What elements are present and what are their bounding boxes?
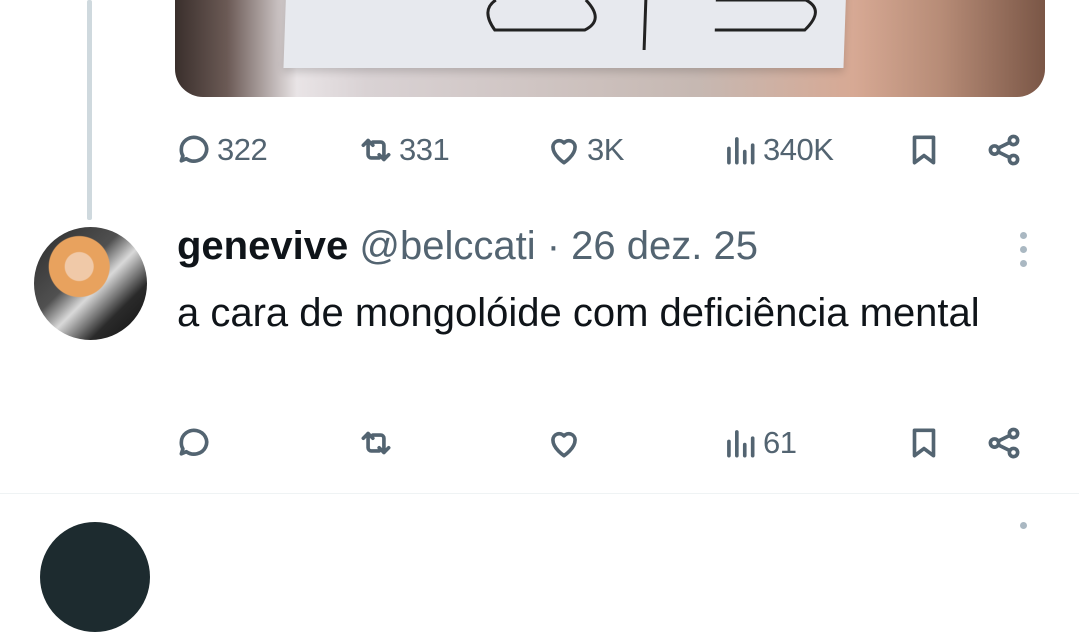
share-button[interactable] [985,413,1023,473]
like-button[interactable]: 3K [545,120,624,180]
bookmark-icon [912,428,936,458]
display-name[interactable]: genevive [177,224,348,268]
more-options-button[interactable] [1013,232,1033,268]
bookmark-icon [912,135,936,165]
retweet-button[interactable]: 331 [357,120,450,180]
views-count: 340K [763,132,834,167]
like-count: 3K [587,132,624,167]
retweet-count: 331 [399,132,450,167]
like-icon [551,138,577,165]
prev-tweet-actions: 322 331 3K 340K [175,120,1035,180]
tweet-divider [0,493,1079,494]
avatar[interactable] [34,227,147,340]
separator: · [546,224,561,268]
views-count: 61 [763,425,797,460]
bookmark-button[interactable] [905,120,943,180]
handle[interactable]: @belccati [359,224,535,268]
reply-button[interactable] [175,413,217,473]
share-icon [988,427,1020,459]
thread-line [87,0,92,220]
views-button[interactable]: 340K [721,120,834,180]
more-icon [1013,522,1033,529]
reply-button[interactable]: 322 [175,120,268,180]
reply-tweet-actions: 61 [175,413,1035,473]
retweet-icon [361,431,391,455]
retweet-icon [361,138,391,162]
drawing-sketch [486,0,817,50]
retweet-button[interactable] [357,413,399,473]
like-button[interactable] [545,413,587,473]
reply-count: 322 [217,132,268,167]
views-icon [727,430,755,458]
views-button[interactable]: 61 [721,413,797,473]
reply-icon [179,428,209,456]
tweet-media-image[interactable] [175,0,1045,97]
tweet-header: genevive @belccati · 26 dez. 25 [177,224,758,269]
tweet-date[interactable]: 26 dez. 25 [571,224,758,268]
bookmark-button[interactable] [905,413,943,473]
more-icon [1013,232,1033,267]
share-button[interactable] [985,120,1023,180]
share-icon [988,134,1020,166]
tweet-text: a cara de mongolóide com deficiência men… [177,291,980,335]
drawing-paper [283,0,847,68]
next-tweet-avatar[interactable] [40,522,150,632]
reply-icon [179,135,209,163]
next-tweet-more-button[interactable] [1013,522,1033,529]
views-icon [727,137,755,165]
like-icon [551,431,577,458]
